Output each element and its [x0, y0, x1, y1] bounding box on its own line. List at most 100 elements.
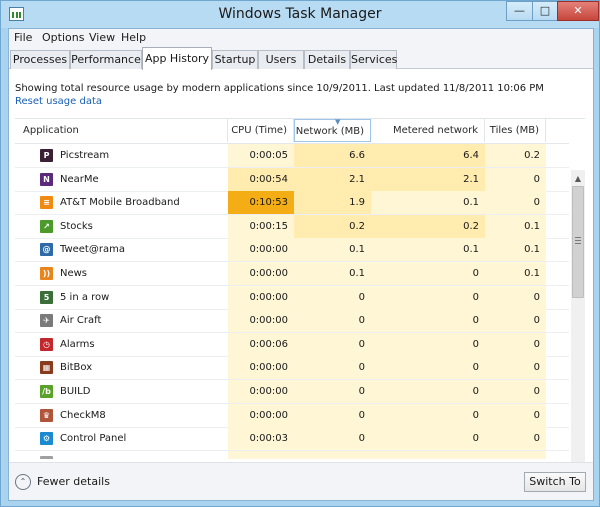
- control-panel-icon: ⚙: [40, 432, 53, 446]
- client-area: File Options View Help Processes Perform…: [8, 28, 594, 501]
- bitbox-icon: ▦: [40, 361, 53, 375]
- table-body: P Picstream 0:00:05 6.6 6.4 0.2 N NearMe 0:00:54…: [15, 143, 569, 459]
- checkm8-icon: ♛: [40, 408, 53, 422]
- table-row[interactable]: N NearMe 0:00:54 2.1 2.1 0: [15, 167, 569, 192]
- network-cell: 0: [294, 332, 371, 356]
- five-in-a-row-icon: 5: [40, 290, 53, 304]
- tiles-cell: 0.2: [485, 144, 546, 167]
- switch-to-button[interactable]: Switch To: [524, 472, 586, 492]
- table-row[interactable]: ↗ Stocks 0:00:15 0.2 0.2 0.1: [15, 214, 569, 239]
- metered-cell: 0: [371, 309, 485, 333]
- column-header-network[interactable]: ▼ Network (MB): [294, 118, 371, 142]
- close-button[interactable]: ✕: [557, 1, 599, 21]
- table-row[interactable]: ♛ CheckM8 0:00:00 0 0 0: [15, 403, 569, 428]
- table-row[interactable]: ▦ BitBox 0:00:00 0 0 0: [15, 356, 569, 381]
- tiles-cell: 0.1: [485, 238, 546, 262]
- network-cell: 1.9: [294, 191, 371, 215]
- tab-app-history[interactable]: App History: [142, 47, 212, 70]
- menu-options[interactable]: Options: [42, 31, 84, 44]
- column-header-tiles[interactable]: Tiles (MB): [485, 119, 546, 142]
- tab-performance[interactable]: Performance: [70, 50, 142, 69]
- column-header-application[interactable]: Application: [15, 119, 228, 142]
- footer-bar: ⌃ Fewer details Switch To: [9, 462, 593, 500]
- scrollbar-grip-icon: [575, 237, 581, 244]
- table-row[interactable]: ≡ AT&T Mobile Broadband 0:10:53 1.9 0.1 0: [15, 191, 569, 216]
- application-name: BUILD: [60, 386, 91, 397]
- vertical-scrollbar[interactable]: ▲ ▼: [565, 170, 585, 507]
- air-craft-icon: ✈: [40, 314, 53, 328]
- metered-cell: 2.1: [371, 167, 485, 191]
- cpu-cell: 0:00:05: [228, 144, 294, 167]
- cpu-cell: 0:00:00: [228, 309, 294, 333]
- tweetarama-icon: @: [40, 243, 53, 257]
- cpu-cell: 0:00:00: [228, 238, 294, 262]
- tab-users[interactable]: Users: [258, 50, 304, 69]
- scrollbar-thumb[interactable]: [572, 186, 584, 298]
- tiles-cell: 0: [485, 309, 546, 333]
- application-name: Control Panel: [60, 433, 127, 445]
- tiles-cell: 0: [485, 191, 546, 215]
- tiles-cell: 0: [485, 167, 546, 191]
- network-cell: 0.1: [294, 238, 371, 262]
- nearme-icon: N: [40, 172, 53, 186]
- reset-usage-data-link[interactable]: Reset usage data: [15, 96, 102, 107]
- menu-help[interactable]: Help: [121, 31, 146, 44]
- cpu-cell: 0:00:00: [228, 262, 294, 285]
- tiles-cell: [485, 450, 546, 459]
- tab-processes[interactable]: Processes: [10, 50, 70, 69]
- column-header-network-label: Network (MB): [295, 126, 364, 137]
- partial-row-icon: [40, 455, 53, 459]
- table-row[interactable]: [15, 450, 569, 459]
- table-row[interactable]: P Picstream 0:00:05 6.6 6.4 0.2: [15, 144, 569, 168]
- tab-startup[interactable]: Startup: [212, 50, 258, 69]
- column-header-cpu-time[interactable]: CPU (Time): [228, 119, 294, 142]
- tiles-cell: 0: [485, 356, 546, 380]
- tiles-cell: 0: [485, 285, 546, 309]
- att-icon: ≡: [40, 196, 53, 210]
- cpu-cell: 0:00:00: [228, 285, 294, 309]
- fewer-details-link[interactable]: Fewer details: [37, 475, 110, 488]
- network-cell: [294, 450, 371, 459]
- table-row[interactable]: ◷ Alarms 0:00:06 0 0 0: [15, 332, 569, 357]
- table-row[interactable]: )) News 0:00:00 0.1 0 0.1: [15, 262, 569, 286]
- application-name: Stocks: [60, 220, 93, 232]
- application-name: NearMe: [60, 173, 99, 185]
- application-name: BitBox: [60, 362, 93, 374]
- network-cell: 6.6: [294, 144, 371, 167]
- task-manager-window: Windows Task Manager — □ ✕ File Options …: [0, 0, 600, 507]
- metered-cell: 0: [371, 403, 485, 427]
- cpu-cell: 0:00:06: [228, 332, 294, 356]
- application-name: News: [60, 268, 88, 279]
- application-name: Air Craft: [60, 315, 102, 327]
- minimize-button[interactable]: —: [506, 1, 533, 21]
- table-row[interactable]: @ Tweet@rama 0:00:00 0.1 0.1 0.1: [15, 238, 569, 263]
- application-name: Alarms: [60, 338, 95, 350]
- sort-descending-icon: ▼: [335, 118, 341, 126]
- scroll-up-arrow-icon[interactable]: ▲: [571, 173, 585, 185]
- tab-strip: Processes Performance App History Startu…: [9, 47, 593, 70]
- application-name: 5 in a row: [60, 291, 110, 303]
- tab-services[interactable]: Services: [350, 50, 397, 69]
- cpu-cell: 0:00:15: [228, 214, 294, 238]
- menu-file[interactable]: File: [14, 31, 32, 44]
- metered-cell: 0.2: [371, 214, 485, 238]
- table-row[interactable]: 55 in a row 0:00:00 0 0 0: [15, 285, 569, 310]
- table-row[interactable]: ✈ Air Craft 0:00:00 0 0 0: [15, 309, 569, 334]
- chevron-up-icon[interactable]: ⌃: [15, 474, 31, 490]
- column-header-metered-network[interactable]: Metered network (MB): [371, 119, 485, 160]
- usage-info-text: Showing total resource usage by modern a…: [15, 83, 544, 94]
- news-icon: )): [40, 267, 53, 280]
- table-row[interactable]: ⚙ Control Panel 0:00:03 0 0 0: [15, 427, 569, 452]
- menu-view[interactable]: View: [89, 31, 115, 44]
- metered-cell: 0: [371, 262, 485, 285]
- tiles-cell: 0: [485, 427, 546, 451]
- title-bar[interactable]: Windows Task Manager — □ ✕: [1, 1, 599, 28]
- application-name: AT&T Mobile Broadband: [60, 197, 180, 209]
- build-icon: /b: [40, 385, 53, 398]
- table-row[interactable]: /b BUILD 0:00:00 0 0 0: [15, 380, 569, 404]
- network-cell: 0: [294, 356, 371, 380]
- tab-details[interactable]: Details: [304, 50, 350, 69]
- tiles-cell: 0: [485, 332, 546, 356]
- network-cell: 0: [294, 285, 371, 309]
- maximize-button[interactable]: □: [532, 1, 558, 21]
